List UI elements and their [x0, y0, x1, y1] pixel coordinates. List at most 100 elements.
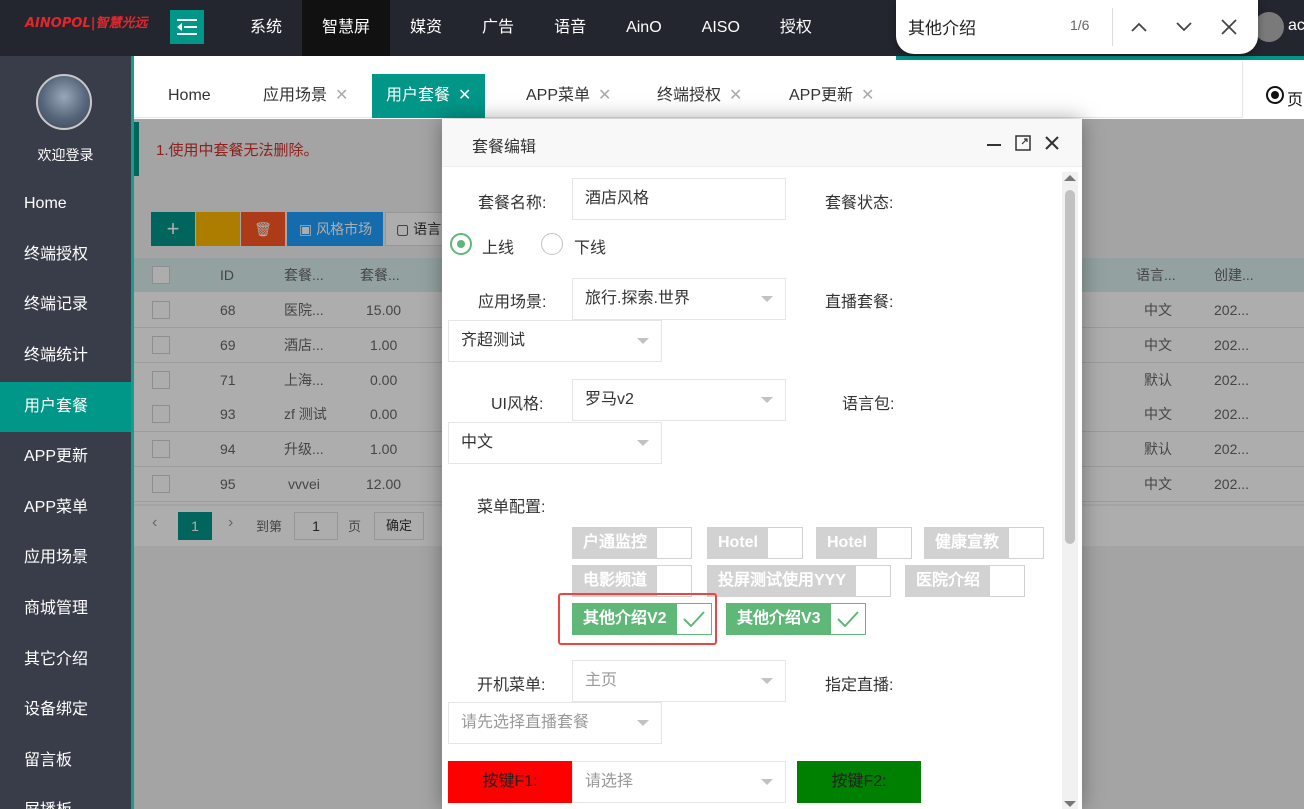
menu-checkbox-label: 其他介绍V3 — [727, 604, 831, 634]
topnav-smart-screen[interactable]: 智慧屏 — [302, 0, 391, 56]
chevron-up-icon — [1131, 22, 1147, 32]
caret-down-icon — [637, 338, 649, 344]
sidebar-item-user-plan[interactable]: 用户套餐 — [0, 382, 131, 432]
menu-checkbox[interactable]: 医院介绍 — [905, 565, 1026, 597]
close-icon[interactable] — [1042, 133, 1062, 153]
topnav-voice[interactable]: 语音 — [534, 0, 606, 56]
tab-user-plan[interactable]: 用户套餐 ✕ — [372, 74, 486, 118]
dialog-header: 套餐编辑 — [442, 119, 1082, 167]
status-offline-radio[interactable] — [541, 233, 563, 255]
tab-label: 用户套餐 — [386, 87, 451, 104]
status-online-label[interactable]: 上线 — [482, 234, 514, 258]
scroll-down-icon[interactable] — [1064, 801, 1076, 807]
menu-checkbox[interactable]: 户通监控 — [572, 527, 693, 559]
tab-terminal-license[interactable]: 终端授权 ✕ — [643, 74, 756, 118]
tab-close-icon[interactable]: ✕ — [335, 87, 348, 104]
sidebar-item-terminal-log[interactable]: 终端记录 — [0, 280, 131, 330]
sidebar-item-screen-board[interactable]: 屏播板 — [0, 786, 131, 809]
user-name[interactable]: ac — [1288, 17, 1304, 35]
key-f1-select[interactable]: 请选择 — [572, 761, 786, 803]
key-f1-placeholder: 请选择 — [585, 773, 634, 790]
caret-down-icon — [761, 296, 773, 302]
ui-style-label: UI风格: — [491, 396, 544, 413]
check-icon — [831, 604, 865, 634]
tab-label: Home — [168, 87, 211, 104]
tab-scenes[interactable]: 应用场景 ✕ — [249, 74, 362, 118]
page-tools-label[interactable]: 页 — [1287, 86, 1303, 110]
scene-select[interactable]: 旅行.探索.世界 — [572, 278, 786, 320]
sidebar-item-home[interactable]: Home — [0, 179, 131, 229]
dialog-title: 套餐编辑 — [472, 139, 537, 156]
menu-checkbox-label: Hotel — [817, 528, 877, 558]
key-f2-label: 按键F2: — [797, 761, 921, 803]
status-offline-label[interactable]: 下线 — [574, 234, 606, 258]
tab-label: APP菜单 — [526, 87, 591, 104]
scene-label: 应用场景: — [478, 294, 547, 311]
tab-label: 终端授权 — [657, 87, 722, 104]
menu-checkbox-checked[interactable]: 其他介绍V3 — [726, 603, 866, 635]
topnav-system[interactable]: 系统 — [230, 0, 302, 56]
scene-value: 旅行.探索.世界 — [585, 290, 690, 307]
find-bar: 其他介绍 1/6 — [896, 0, 1258, 54]
caret-down-icon — [761, 779, 773, 785]
topnav-media[interactable]: 媒资 — [390, 0, 462, 56]
topnav-aiso[interactable]: AISO — [682, 0, 760, 56]
ui-style-select[interactable]: 罗马v2 — [572, 379, 786, 421]
lang-pack-label: 语言包: — [842, 396, 895, 413]
channel-select[interactable]: 请先选择直播套餐 — [448, 702, 662, 744]
menu-checkbox-label: Hotel — [708, 528, 768, 558]
channel-label: 指定直播: — [825, 677, 894, 694]
tab-close-icon[interactable]: ✕ — [861, 87, 874, 104]
chevron-down-icon — [1176, 22, 1192, 32]
menu-toggle-button[interactable] — [170, 10, 204, 44]
menu-checkbox[interactable]: Hotel — [707, 527, 803, 559]
dialog-scroll-thumb[interactable] — [1065, 190, 1075, 544]
tab-home[interactable]: Home — [154, 74, 225, 118]
find-prev-button[interactable] — [1124, 12, 1154, 42]
sidebar-item-app-menu[interactable]: APP菜单 — [0, 483, 131, 533]
sidebar-item-other-intro[interactable]: 其它介绍 — [0, 635, 131, 685]
page-tools-icon[interactable] — [1266, 86, 1284, 104]
top-nav: 系统 智慧屏 媒资 广告 语音 AinO AISO 授权 — [230, 0, 832, 56]
lang-pack-select[interactable]: 中文 — [448, 422, 662, 464]
menu-checkbox[interactable]: 健康宣教 — [924, 527, 1045, 559]
tab-label: APP更新 — [789, 87, 854, 104]
plan-name-input[interactable]: 酒店风格 — [572, 178, 786, 220]
find-next-button[interactable] — [1169, 12, 1199, 42]
tab-close-icon[interactable]: ✕ — [458, 87, 471, 104]
tab-app-menu[interactable]: APP菜单 ✕ — [512, 74, 625, 118]
scroll-up-icon[interactable] — [1064, 175, 1076, 181]
sidebar-item-message-board[interactable]: 留言板 — [0, 736, 131, 786]
sidebar-item-mall[interactable]: 商城管理 — [0, 584, 131, 634]
find-input[interactable]: 其他介绍 — [908, 14, 976, 39]
boot-menu-select[interactable]: 主页 — [572, 660, 786, 702]
sidebar-item-scenes[interactable]: 应用场景 — [0, 533, 131, 583]
plan-status-label: 套餐状态: — [825, 195, 894, 212]
minimize-icon[interactable] — [984, 133, 1004, 153]
menu-checkbox[interactable]: 投屏测试使用YYY — [707, 565, 892, 597]
sidebar-item-terminal-license[interactable]: 终端授权 — [0, 230, 131, 280]
plan-name-label: 套餐名称: — [478, 195, 547, 212]
boot-menu-placeholder: 主页 — [585, 672, 618, 689]
user-avatar-small[interactable] — [1254, 12, 1284, 42]
sidebar-item-device-binding[interactable]: 设备绑定 — [0, 685, 131, 735]
find-close-button[interactable] — [1214, 12, 1244, 42]
menu-checkbox[interactable]: Hotel — [816, 527, 912, 559]
menu-fold-icon — [177, 19, 197, 35]
find-count: 1/6 — [1070, 17, 1090, 33]
topnav-license[interactable]: 授权 — [760, 0, 832, 56]
topnav-ads[interactable]: 广告 — [462, 0, 534, 56]
status-online-radio[interactable] — [450, 233, 472, 255]
menu-checkbox-label: 投屏测试使用YYY — [708, 566, 857, 596]
tab-close-icon[interactable]: ✕ — [598, 87, 611, 104]
caret-down-icon — [637, 720, 649, 726]
maximize-icon[interactable] — [1013, 133, 1033, 153]
tab-app-update[interactable]: APP更新 ✕ — [775, 74, 888, 118]
menu-checkbox-label: 户通监控 — [573, 528, 658, 558]
topnav-aino[interactable]: AinO — [606, 0, 682, 56]
tab-close-icon[interactable]: ✕ — [729, 87, 742, 104]
avatar[interactable] — [36, 74, 92, 130]
live-plan-select[interactable]: 齐超测试 — [448, 320, 662, 362]
sidebar-item-app-update[interactable]: APP更新 — [0, 432, 131, 482]
sidebar-item-terminal-stats[interactable]: 终端统计 — [0, 331, 131, 381]
